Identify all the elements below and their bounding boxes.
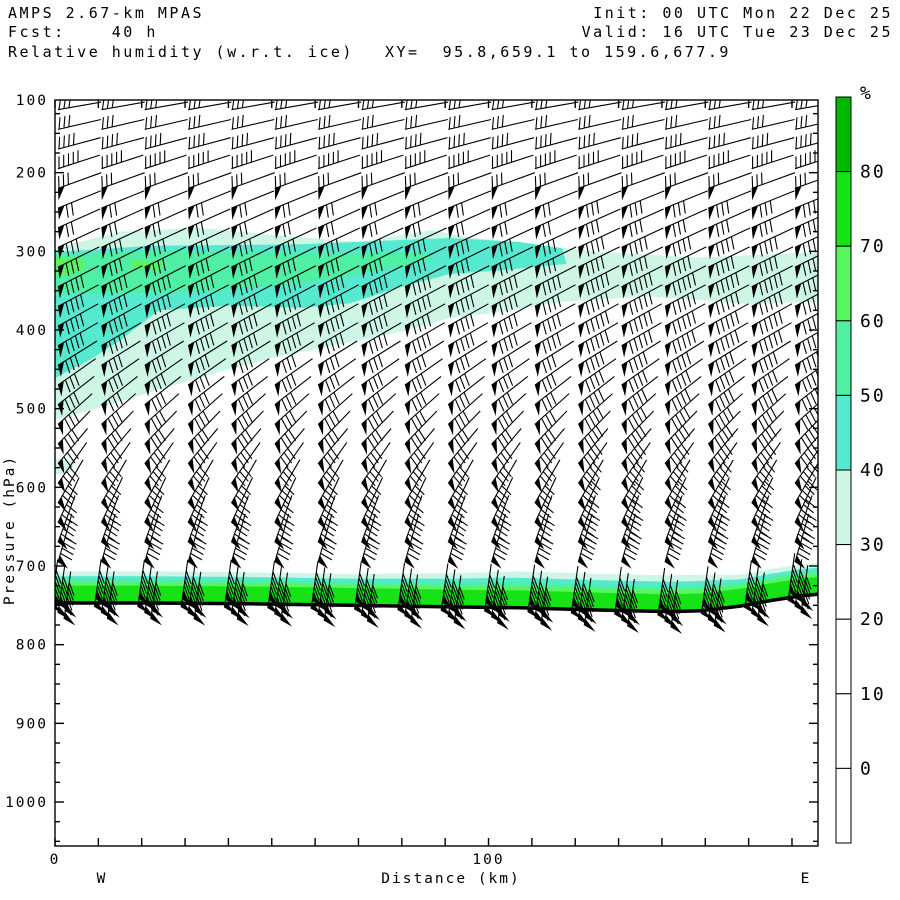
pressure-tick-label: 300 [16,244,48,260]
pressure-tick-label: 400 [16,323,48,339]
colorbar-tick-label: 70 [860,236,886,257]
colorbar-tick-label: 20 [860,609,886,630]
colorbar [835,96,852,844]
cross-section-plot: 1002003004005006007008009001000Pressure … [2,83,886,887]
pressure-tick-label: 100 [16,93,48,109]
pressure-tick-label: 200 [16,166,48,182]
pressure-tick-label: 800 [16,638,48,654]
colorbar-tick-label: 50 [860,385,886,406]
colorbar-segment [835,693,852,769]
colorbar-labels: % 80 70 60 50 40 30 20 10 0 [860,83,886,779]
x-axis-title: Distance (km) [381,871,521,887]
pressure-tick-label: 500 [16,402,48,418]
pressure-tick-label: 1000 [5,795,48,811]
distance-tick-label: 100 [472,852,504,868]
colorbar-tick-label: 40 [860,460,886,481]
y-axis-title: Pressure (hPa) [2,455,18,605]
xy-range: XY= 95.8,659.1 to 159.6,677.9 [385,43,731,61]
x-axis-labels: 0 100 W Distance (km) E [50,852,812,887]
colorbar-unit: % [860,83,873,104]
colorbar-segment [835,544,852,620]
west-label: W [97,871,108,887]
plot-frame [54,99,819,847]
colorbar-segment [835,469,852,546]
colorbar-tick-label: 0 [860,758,873,779]
colorbar-tick-label: 80 [860,162,886,183]
colorbar-tick-label: 30 [860,535,886,556]
colorbar-tick-label: 10 [860,684,886,705]
colorbar-segment [835,96,852,173]
humidity-region-30 [55,458,75,475]
pressure-tick-label: 900 [16,716,48,732]
valid-time: Valid: 16 UTC Tue 23 Dec 25 [581,23,893,41]
field-title: Relative humidity (w.r.t. ice) [8,43,354,61]
init-time: Init: 00 UTC Mon 22 Dec 25 [593,4,893,22]
east-label: E [801,871,812,887]
distance-tick-label: 0 [50,852,61,868]
colorbar-segment [835,394,852,471]
forecast-hour: Fcst: 40 h [8,23,158,41]
pressure-tick-label: 600 [16,480,48,496]
y-axis-labels: 100 200 300 400 500 600 700 800 900 1000 [5,93,48,811]
model-title: AMPS 2.67-km MPAS [8,4,205,22]
colorbar-segment [835,245,852,322]
pressure-tick-label: 700 [16,559,48,575]
amps-cross-section-figure: { "header": { "model_line": "AMPS 2.67-k… [0,0,900,900]
colorbar-segment [835,618,852,695]
colorbar-segment [835,767,852,844]
colorbar-tick-label: 60 [860,311,886,332]
colorbar-segment [835,171,852,247]
colorbar-segment [835,320,852,396]
